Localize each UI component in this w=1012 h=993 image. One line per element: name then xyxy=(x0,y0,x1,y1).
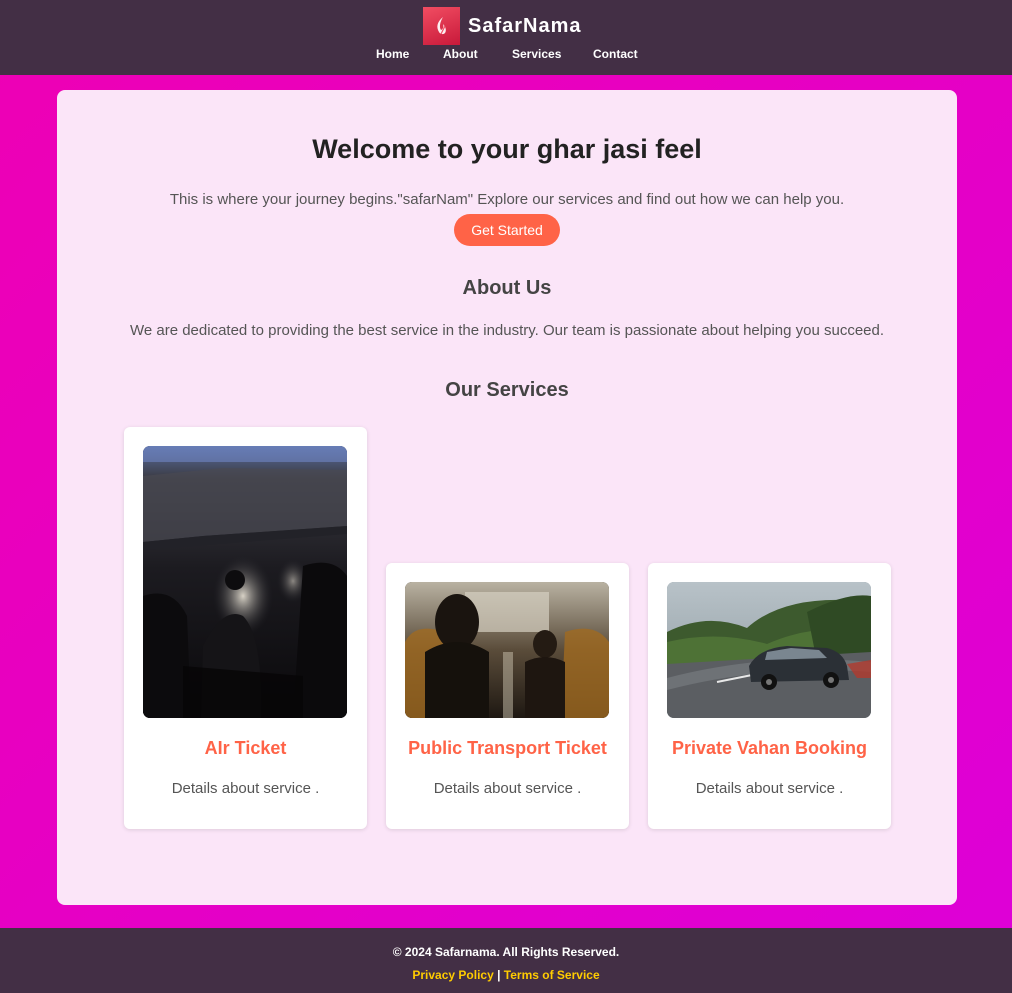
hero-text: This is where your journey begins."safar… xyxy=(169,191,845,208)
service-text: Details about service . xyxy=(695,780,844,797)
car-on-road-image xyxy=(667,582,871,718)
service-title: Private Vahan Booking xyxy=(671,738,868,758)
hero-title: Welcome to your ghar jasi feel xyxy=(312,134,702,164)
main-nav: Home About Services Contact xyxy=(0,46,1012,62)
nav-contact-link[interactable]: Contact xyxy=(593,46,638,62)
services-title: Our Services xyxy=(445,379,569,401)
nav-home-link[interactable]: Home xyxy=(376,46,409,62)
airplane-cabin-image xyxy=(143,446,347,718)
about-text: We are dedicated to providing the best s… xyxy=(129,322,885,339)
service-title: Public Transport Ticket xyxy=(408,738,607,758)
footer-separator: | xyxy=(497,968,501,982)
service-card-private-vahan[interactable]: Private Vahan Booking Details about serv… xyxy=(648,563,891,829)
logo-icon xyxy=(423,7,460,45)
bus-interior-image xyxy=(405,582,609,718)
brand-name: SafarNama xyxy=(468,14,582,37)
service-card-air-ticket[interactable]: AIr Ticket Details about service . xyxy=(124,427,367,829)
main-content-card: Welcome to your ghar jasi feel This is w… xyxy=(57,90,957,905)
get-started-button[interactable]: Get Started xyxy=(454,214,560,246)
service-card-public-transport[interactable]: Public Transport Ticket Details about se… xyxy=(386,563,629,829)
footer-links: Privacy Policy | Terms of Service xyxy=(0,968,1012,982)
nav-services-link[interactable]: Services xyxy=(512,46,561,62)
nav-about-link[interactable]: About xyxy=(443,46,478,62)
brand[interactable]: SafarNama xyxy=(423,7,582,45)
service-text: Details about service . xyxy=(433,780,582,797)
service-title: AIr Ticket xyxy=(204,738,287,758)
site-footer: © 2024 Safarnama. All Rights Reserved. P… xyxy=(0,928,1012,993)
terms-of-service-link[interactable]: Terms of Service xyxy=(504,968,600,982)
site-header: SafarNama Home About Services Contact xyxy=(0,0,1012,75)
about-title: About Us xyxy=(462,277,552,299)
service-text: Details about service . xyxy=(171,780,320,797)
privacy-policy-link[interactable]: Privacy Policy xyxy=(412,968,493,982)
copyright-text: © 2024 Safarnama. All Rights Reserved. xyxy=(392,945,620,959)
